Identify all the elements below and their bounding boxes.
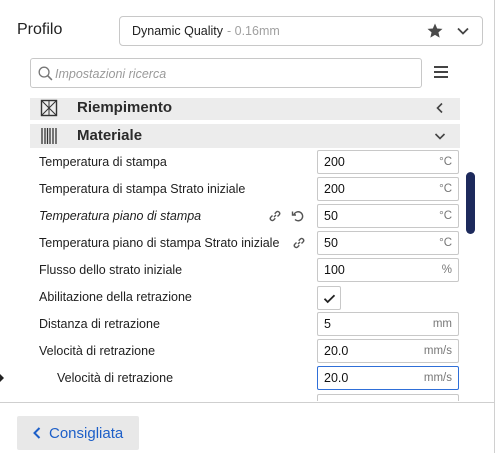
- field-unit: %: [441, 264, 452, 276]
- pointer-arrow-icon: [0, 374, 4, 382]
- setting-row-enable-retraction: Abilitazione della retrazione: [30, 284, 462, 311]
- category-infill[interactable]: Riempimento: [30, 98, 460, 120]
- profile-layer-height: - 0.16mm: [227, 24, 280, 38]
- setting-row-print-temperature: Temperatura di stampa 200 °C: [30, 149, 462, 176]
- link-icon[interactable]: [268, 209, 282, 223]
- checkmark-icon: [323, 294, 336, 304]
- initial-layer-print-temperature-field[interactable]: 200 °C: [317, 177, 459, 201]
- setting-row-initial-layer-flow: Flusso dello strato iniziale 100 %: [30, 257, 462, 284]
- setting-label: Temperatura piano di stampa Strato inizi…: [39, 236, 280, 250]
- field-unit: °C: [439, 210, 452, 222]
- field-unit: mm/s: [423, 372, 452, 384]
- field-unit: °C: [439, 156, 452, 168]
- star-icon[interactable]: [426, 22, 444, 40]
- profile-name: Dynamic Quality: [132, 24, 223, 38]
- chevron-left-icon: [436, 102, 443, 114]
- field-unit: mm: [432, 318, 452, 330]
- field-value: 20.0: [324, 371, 349, 385]
- field-value: 200: [324, 155, 345, 169]
- setting-row-partial: [30, 394, 462, 401]
- infill-icon: [40, 99, 58, 117]
- enable-retraction-checkbox[interactable]: [317, 286, 341, 310]
- setting-row-retraction-speed: Velocità di retrazione 20.0 mm/s: [30, 338, 462, 365]
- chevron-left-icon: [33, 427, 41, 439]
- search-icon: [38, 66, 53, 81]
- settings-list: Riempimento Materiale Temperatura di sta…: [30, 98, 462, 401]
- chevron-down-icon[interactable]: [456, 24, 470, 38]
- search-box: [30, 58, 422, 88]
- print-settings-panel: Profilo Dynamic Quality - 0.16mm Riempim…: [0, 0, 495, 453]
- setting-row-retraction-distance: Distanza di retrazione 5 mm: [30, 311, 462, 338]
- reset-icon[interactable]: [291, 209, 305, 223]
- setting-row-build-plate-temperature: Temperatura piano di stampa 50 °C: [30, 203, 462, 230]
- link-icon[interactable]: [292, 236, 306, 250]
- setting-label: Flusso dello strato iniziale: [39, 263, 183, 277]
- retraction-speed-field[interactable]: 20.0 mm/s: [317, 339, 459, 363]
- material-icon: [41, 128, 57, 144]
- category-material[interactable]: Materiale: [30, 124, 460, 148]
- setting-row-initial-layer-build-plate-temperature: Temperatura piano di stampa Strato inizi…: [30, 230, 462, 257]
- print-temperature-field[interactable]: 200 °C: [317, 150, 459, 174]
- partial-field[interactable]: [317, 394, 459, 401]
- field-value: 20.0: [324, 344, 349, 358]
- profile-dropdown[interactable]: Dynamic Quality - 0.16mm: [119, 16, 483, 46]
- setting-row-initial-layer-print-temperature: Temperatura di stampa Strato iniziale 20…: [30, 176, 462, 203]
- field-value: 5: [324, 317, 331, 331]
- setting-label: Velocità di retrazione: [39, 344, 156, 358]
- field-value: 50: [324, 236, 338, 250]
- field-unit: mm/s: [423, 345, 452, 357]
- field-value: 100: [324, 263, 345, 277]
- setting-label: Velocità di retrazione: [57, 371, 174, 385]
- initial-layer-flow-field[interactable]: 100 %: [317, 258, 459, 282]
- menu-icon[interactable]: [433, 65, 449, 79]
- setting-label: Temperatura piano di stampa: [39, 209, 202, 223]
- search-input[interactable]: [55, 64, 415, 84]
- category-label: Riempimento: [77, 99, 173, 116]
- field-value: 200: [324, 182, 345, 196]
- setting-row-retraction-retract-speed: Velocità di retrazione 20.0 mm/s: [30, 365, 462, 392]
- back-button-label: Consigliata: [49, 424, 124, 442]
- chevron-down-icon: [434, 133, 446, 140]
- setting-label: Abilitazione della retrazione: [39, 290, 192, 304]
- recommended-mode-button[interactable]: Consigliata: [17, 416, 139, 450]
- field-unit: °C: [439, 183, 452, 195]
- retraction-distance-field[interactable]: 5 mm: [317, 312, 459, 336]
- retraction-retract-speed-field[interactable]: 20.0 mm/s: [317, 366, 459, 390]
- setting-label: Temperatura di stampa Strato iniziale: [39, 182, 246, 196]
- build-plate-temperature-field[interactable]: 50 °C: [317, 204, 459, 228]
- scrollbar-thumb[interactable]: [466, 172, 475, 234]
- field-value: 50: [324, 209, 338, 223]
- field-unit: °C: [439, 237, 452, 249]
- category-label: Materiale: [77, 127, 143, 144]
- profile-label: Profilo: [17, 21, 63, 38]
- footer-divider: [0, 402, 494, 403]
- initial-layer-build-plate-temperature-field[interactable]: 50 °C: [317, 231, 459, 255]
- setting-label: Distanza di retrazione: [39, 317, 160, 331]
- setting-label: Temperatura di stampa: [39, 155, 167, 169]
